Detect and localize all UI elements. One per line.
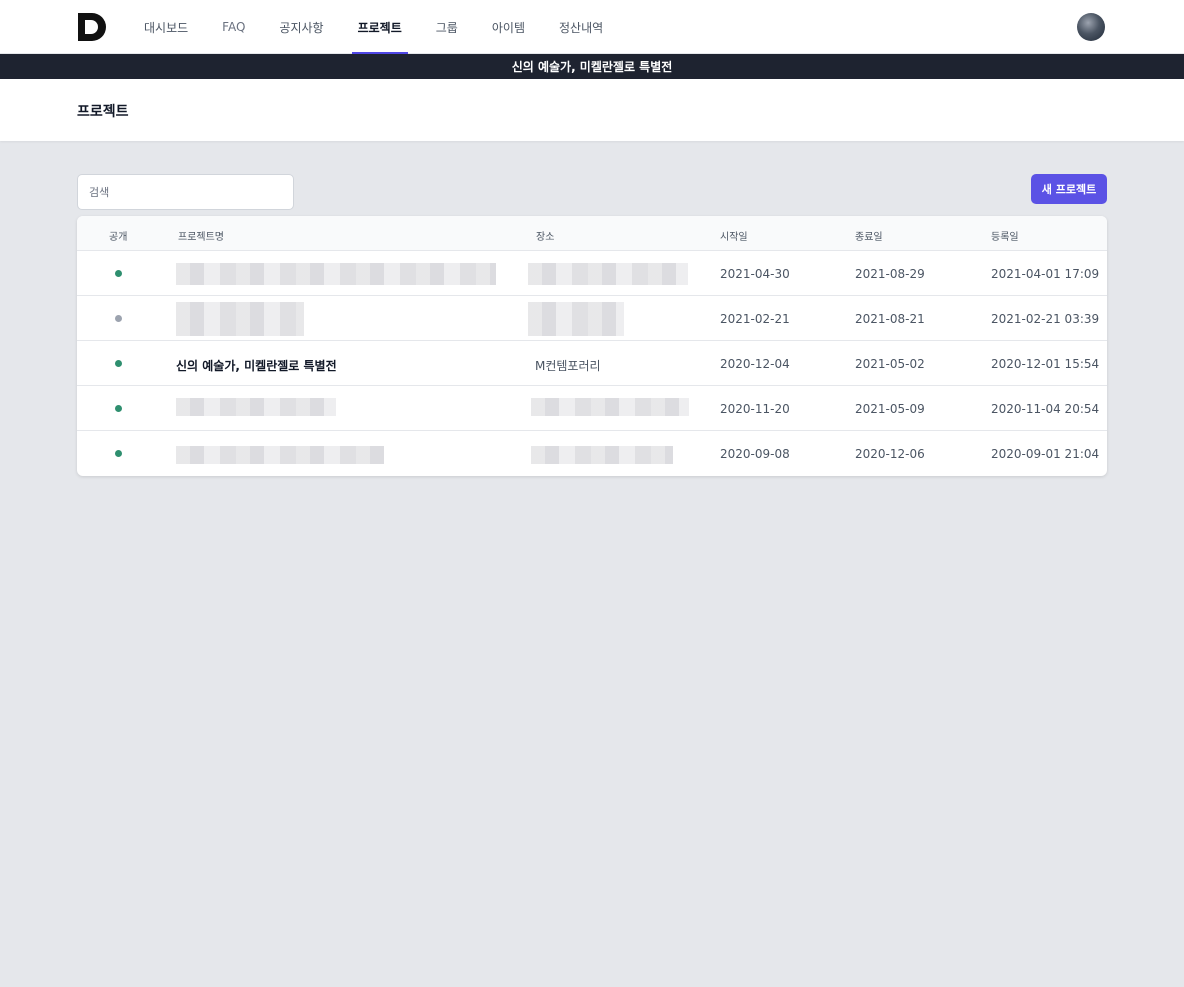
registered-date: 2020-11-04 20:54 <box>991 402 1100 416</box>
nav-item-notice[interactable]: 공지사항 <box>267 0 335 54</box>
table-row[interactable]: 신의 예술가, 미켈란젤로 특별전 M컨템포러리 2020-12-04 2021… <box>77 341 1107 386</box>
end-date: 2021-05-09 <box>855 402 925 416</box>
registered-date: 2020-09-01 21:04 <box>991 447 1100 461</box>
private-status-dot <box>115 315 122 322</box>
end-date: 2021-08-21 <box>855 312 925 326</box>
public-status-dot <box>115 450 122 457</box>
d-logo-icon[interactable] <box>76 11 108 43</box>
project-place: M컨템포러리 <box>535 359 601 373</box>
registered-date: 2020-12-01 15:54 <box>991 357 1100 371</box>
toolbar: 새 프로젝트 <box>0 141 1184 211</box>
nav-item-dashboard[interactable]: 대시보드 <box>132 0 200 54</box>
header-registered: 등록일 <box>991 232 1019 243</box>
public-status-dot <box>115 360 122 367</box>
search-input[interactable] <box>77 174 294 210</box>
nav-item-faq[interactable]: FAQ <box>210 0 257 54</box>
redacted-place <box>531 398 689 416</box>
registered-date: 2021-02-21 03:39 <box>991 312 1100 326</box>
redacted-project-name <box>176 446 384 464</box>
start-date: 2021-04-30 <box>720 267 790 281</box>
redacted-project-name <box>176 263 496 285</box>
nav-item-items[interactable]: 아이템 <box>480 0 537 54</box>
header-place: 장소 <box>536 232 555 243</box>
new-project-button[interactable]: 새 프로젝트 <box>1031 174 1107 204</box>
event-banner[interactable]: 신의 예술가, 미켈란젤로 특별전 <box>0 54 1184 79</box>
redacted-place <box>531 446 673 464</box>
header-public: 공개 <box>109 232 128 243</box>
redacted-project-name <box>176 302 304 336</box>
nav-item-groups[interactable]: 그룹 <box>424 0 470 54</box>
project-name[interactable]: 신의 예술가, 미켈란젤로 특별전 <box>176 357 337 374</box>
main-nav: 대시보드 FAQ 공지사항 프로젝트 그룹 아이템 정산내역 <box>132 0 625 54</box>
public-status-dot <box>115 270 122 277</box>
table-row[interactable]: 2021-02-21 2021-08-21 2021-02-21 03:39 <box>77 296 1107 341</box>
user-avatar[interactable] <box>1077 13 1105 41</box>
page-header: 프로젝트 <box>0 79 1184 141</box>
end-date: 2021-05-02 <box>855 357 925 371</box>
redacted-place <box>528 263 688 285</box>
public-status-dot <box>115 405 122 412</box>
table-header: 공개 프로젝트명 장소 시작일 종료일 등록일 <box>77 216 1107 251</box>
end-date: 2021-08-29 <box>855 267 925 281</box>
end-date: 2020-12-06 <box>855 447 925 461</box>
header-name: 프로젝트명 <box>178 232 224 243</box>
table-row[interactable]: 2020-11-20 2021-05-09 2020-11-04 20:54 <box>77 386 1107 431</box>
page-title: 프로젝트 <box>77 104 129 120</box>
nav-item-settlement[interactable]: 정산내역 <box>547 0 615 54</box>
registered-date: 2021-04-01 17:09 <box>991 267 1100 281</box>
start-date: 2020-11-20 <box>720 402 790 416</box>
top-navbar: 대시보드 FAQ 공지사항 프로젝트 그룹 아이템 정산내역 <box>0 0 1184 54</box>
start-date: 2020-09-08 <box>720 447 790 461</box>
projects-table: 공개 프로젝트명 장소 시작일 종료일 등록일 2021-04-30 2021-… <box>77 216 1107 476</box>
redacted-place <box>528 302 624 336</box>
table-row[interactable]: 2020-09-08 2020-12-06 2020-09-01 21:04 <box>77 431 1107 476</box>
nav-item-projects[interactable]: 프로젝트 <box>346 0 414 54</box>
header-start: 시작일 <box>720 232 748 243</box>
start-date: 2020-12-04 <box>720 357 790 371</box>
header-end: 종료일 <box>855 232 883 243</box>
redacted-project-name <box>176 398 336 416</box>
table-row[interactable]: 2021-04-30 2021-08-29 2021-04-01 17:09 <box>77 251 1107 296</box>
start-date: 2021-02-21 <box>720 312 790 326</box>
